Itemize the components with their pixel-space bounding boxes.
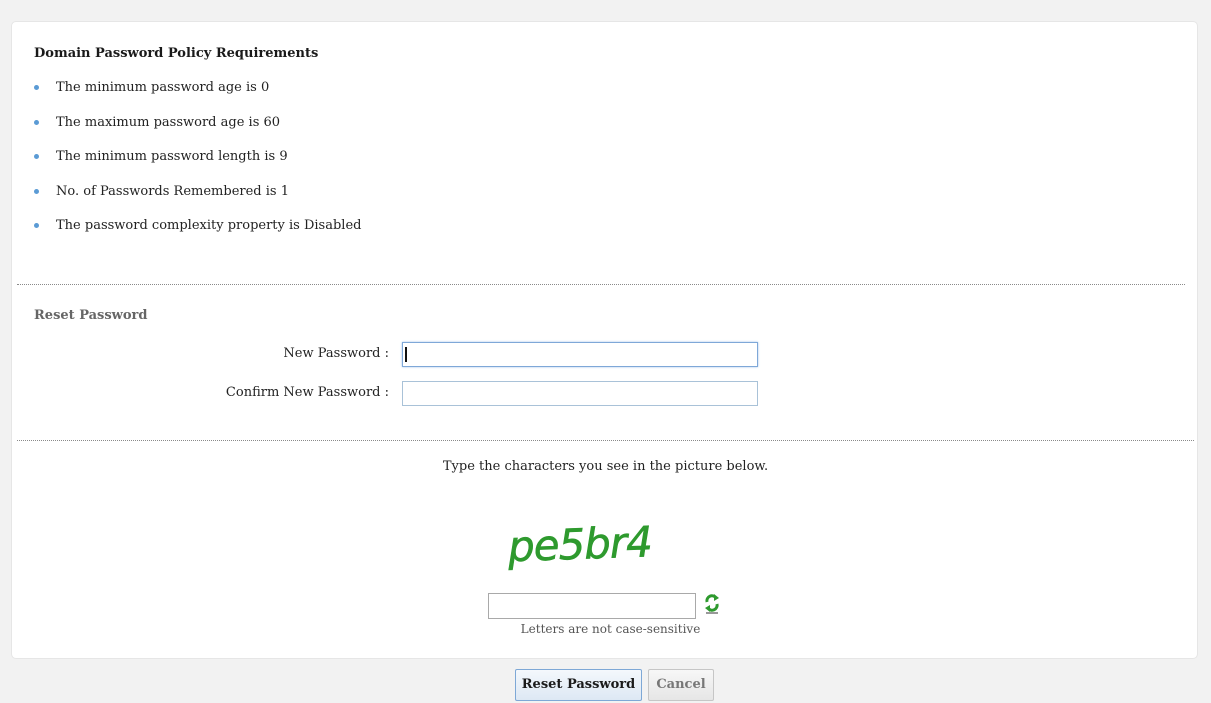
policy-item-text: The minimum password length is 9: [56, 149, 288, 164]
section-divider: [17, 440, 1194, 441]
policy-item-text: The password complexity property is Disa…: [56, 218, 362, 233]
policy-list: The minimum password age is 0 The maximu…: [34, 79, 361, 252]
captcha-prompt: Type the characters you see in the pictu…: [442, 459, 769, 474]
main-panel: Domain Password Policy Requirements The …: [11, 21, 1198, 659]
confirm-password-input[interactable]: [402, 381, 758, 406]
new-password-input[interactable]: [402, 342, 758, 367]
cancel-button[interactable]: Cancel: [648, 669, 714, 701]
list-item: No. of Passwords Remembered is 1: [34, 183, 361, 218]
reset-section-title: Reset Password: [34, 308, 148, 323]
section-divider: [17, 284, 1185, 285]
svg-text:pe5br4: pe5br4: [506, 517, 652, 571]
list-item: The minimum password length is 9: [34, 148, 361, 183]
policy-title: Domain Password Policy Requirements: [34, 46, 319, 61]
list-item: The maximum password age is 60: [34, 114, 361, 149]
captcha-image: pe5br4: [506, 517, 653, 572]
captcha-input[interactable]: [488, 593, 696, 619]
text-cursor: [405, 347, 407, 362]
policy-item-text: No. of Passwords Remembered is 1: [56, 183, 289, 199]
bullet-icon: [34, 223, 39, 228]
refresh-icon[interactable]: [704, 592, 720, 614]
bullet-icon: [34, 188, 39, 194]
policy-item-text: The maximum password age is 60: [56, 114, 281, 130]
reset-password-button[interactable]: Reset Password: [515, 669, 642, 701]
list-item: The minimum password age is 0: [34, 79, 361, 114]
policy-item-text: The minimum password age is 0: [56, 80, 270, 95]
bullet-icon: [34, 154, 39, 159]
bullet-icon: [34, 85, 39, 90]
captcha-note: Letters are not case-sensitive: [520, 622, 701, 636]
new-password-label: New Password :: [283, 346, 389, 361]
confirm-password-label: Confirm New Password :: [225, 385, 389, 400]
list-item: The password complexity property is Disa…: [34, 217, 361, 252]
bullet-icon: [34, 119, 39, 125]
